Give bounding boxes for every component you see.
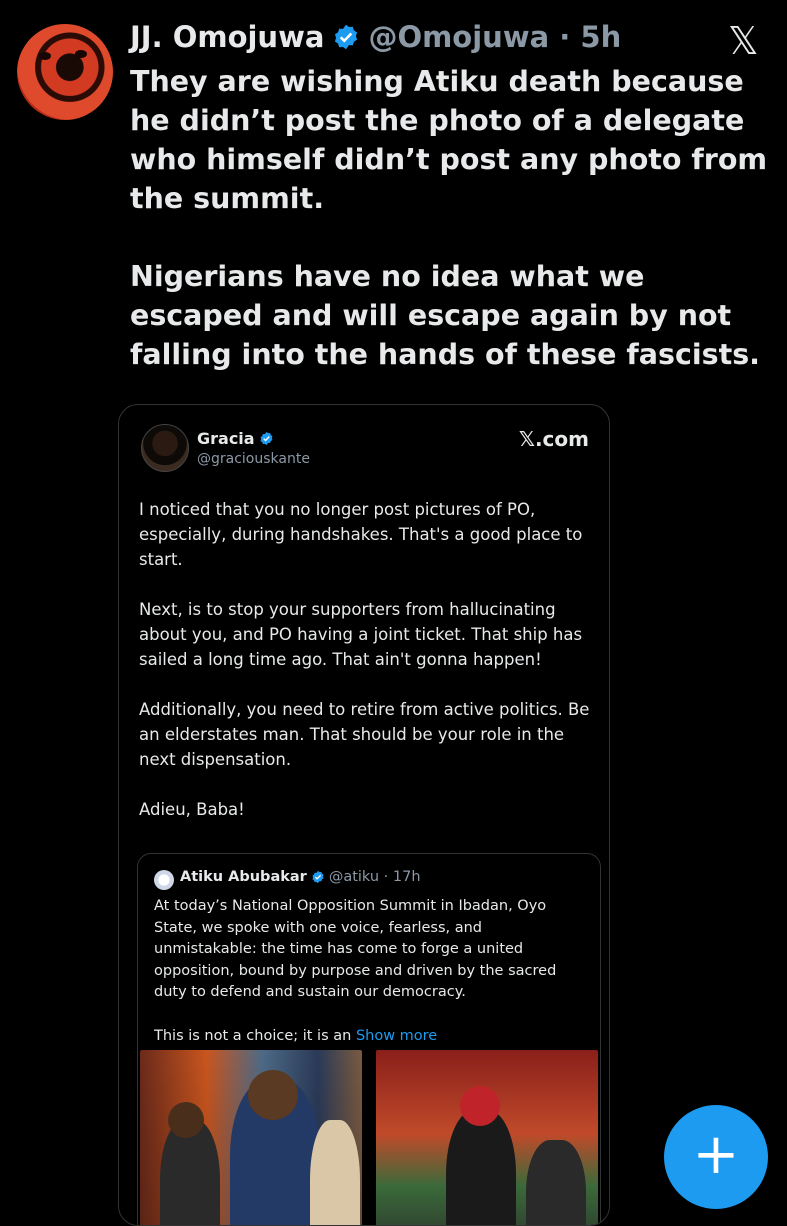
- quoted-author-header: Gracia: [197, 429, 274, 448]
- post-paragraph: Nigerians have no idea what we escaped a…: [130, 260, 760, 371]
- inner-truncated-line: This is not a choice; it is an Show more: [154, 1026, 574, 1048]
- show-more-link[interactable]: Show more: [356, 1028, 437, 1044]
- inner-author-handle-time[interactable]: @atiku · 17h: [329, 869, 421, 885]
- post-text: They are wishing Atiku death because he …: [130, 62, 770, 413]
- quoted-paragraph: I noticed that you no longer post pictur…: [139, 500, 583, 569]
- inner-truncated-text: This is not a choice; it is an: [154, 1027, 356, 1044]
- source-label: 𝕏.com: [518, 427, 589, 451]
- inner-quoted-post-card[interactable]: Atiku Abubakar @atiku · 17h At today’s N…: [137, 853, 601, 1225]
- quoted-author-handle[interactable]: @graciouskante: [197, 451, 310, 467]
- post-paragraph: They are wishing Atiku death because he …: [130, 65, 768, 215]
- verified-badge-icon: [335, 24, 358, 50]
- x-logo-icon: 𝕏: [728, 19, 759, 63]
- inner-author-avatar[interactable]: [154, 870, 174, 890]
- verified-badge-icon: [312, 870, 324, 884]
- inner-author-name[interactable]: Atiku Abubakar: [180, 869, 307, 885]
- quoted-paragraph: Additionally, you need to retire from ac…: [139, 700, 590, 769]
- quoted-post-text: I noticed that you no longer post pictur…: [139, 497, 594, 847]
- quoted-paragraph: Next, is to stop your supporters from ha…: [139, 600, 583, 669]
- quoted-author-name[interactable]: Gracia: [197, 429, 255, 448]
- compose-post-button[interactable]: +: [664, 1105, 768, 1209]
- post-header: JJ. Omojuwa @Omojuwa · 5h: [130, 20, 621, 54]
- quoted-post-card[interactable]: Gracia @graciouskante 𝕏.com I noticed th…: [118, 404, 610, 1226]
- author-avatar[interactable]: [17, 24, 113, 120]
- inner-post-text: At today’s National Opposition Summit in…: [154, 896, 574, 1069]
- quoted-paragraph: Adieu, Baba!: [139, 800, 245, 819]
- author-name[interactable]: JJ. Omojuwa: [130, 20, 324, 54]
- author-handle-time[interactable]: @Omojuwa · 5h: [368, 20, 621, 54]
- verified-badge-icon: [260, 431, 273, 446]
- quoted-author-avatar[interactable]: [141, 424, 189, 472]
- inner-author-header: Atiku Abubakar @atiku · 17h: [180, 869, 421, 885]
- inner-paragraph: At today’s National Opposition Summit in…: [154, 898, 557, 1000]
